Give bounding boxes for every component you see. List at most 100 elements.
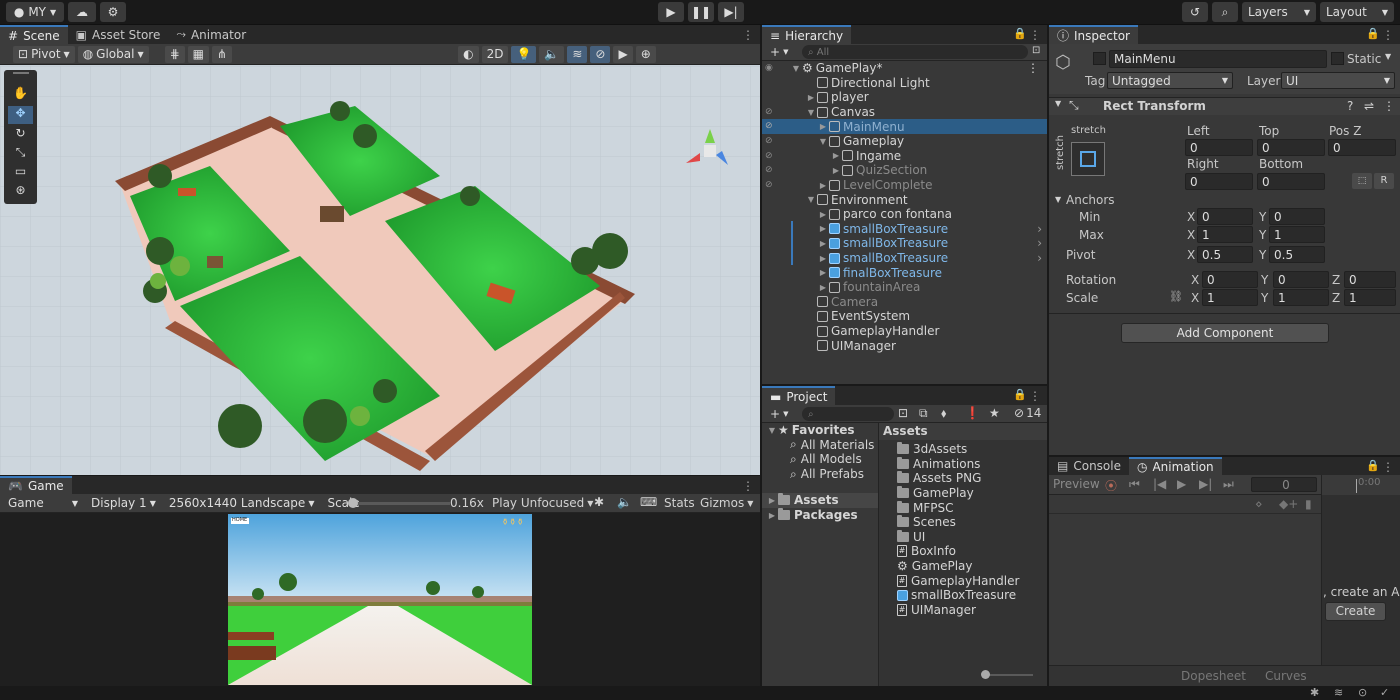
hierarchy-item-mainmenu[interactable]: ▶ MainMenu [762,119,1047,134]
pivot-dropdown[interactable]: ⊡ Pivot ▼ [13,45,75,63]
icon-size-slider-handle[interactable] [981,670,990,679]
chevron-right-icon[interactable]: › [1037,222,1042,236]
bug-icon[interactable]: ✱ [1310,686,1319,699]
hierarchy-item-camera[interactable]: Camera [762,295,1047,310]
tab-scene[interactable]: # Scene [0,25,68,44]
filter-icon[interactable]: ⧉ [919,406,928,421]
timeline-ruler[interactable]: 0:00 [1322,475,1400,495]
scale-slider[interactable] [350,502,450,505]
expand-arrow-icon[interactable]: ▶ [805,93,817,102]
anchor-presets-button[interactable] [1071,142,1105,176]
chevron-right-icon[interactable]: › [1037,236,1042,250]
tab-console[interactable]: ▤ Console [1049,457,1129,475]
eye-slash-icon[interactable]: ⊘ [765,149,777,164]
lock-icon[interactable]: 🔒 [1366,459,1380,472]
hierarchy-item-directional-light[interactable]: Directional Light [762,76,1047,91]
last-keyframe-icon[interactable]: ⏭ [1223,477,1234,492]
playhead[interactable] [1356,479,1357,493]
add-component-button[interactable]: Add Component [1121,323,1329,343]
speaker-icon[interactable]: 🔈 [617,495,632,509]
icon-size-slider[interactable] [983,674,1033,676]
more-icon[interactable]: ⋮ [1382,460,1394,474]
expand-arrow-icon[interactable]: ▶ [830,166,842,175]
packages-item[interactable]: ▶ Packages [766,508,858,523]
keyboard-icon[interactable]: ⌨ [640,495,657,509]
record-icon[interactable]: ⦿ [1105,477,1117,494]
layers-dropdown[interactable]: Layers ▼ [1242,2,1316,22]
hierarchy-item-smallbox-2[interactable]: ▶ smallBoxTreasure › [762,236,1047,251]
scene-filter-icon[interactable]: ⊡ [1032,45,1040,56]
hierarchy-item-finalbox[interactable]: ▶ finalBoxTreasure [762,265,1047,280]
lock-icon[interactable]: 🔒 [1013,388,1027,401]
asset-item[interactable]: Assets PNG [897,471,981,486]
search-button[interactable]: ⌕ [1212,2,1238,22]
gizmos-dropdown[interactable]: ⊕ [635,45,656,63]
next-keyframe-icon[interactable]: ▶| [1199,477,1212,491]
asset-item[interactable]: UI [897,529,925,545]
posz-input[interactable]: 0 [1328,139,1396,156]
effects-dropdown[interactable]: ≋ [567,45,588,63]
frame-input[interactable]: 0 [1251,477,1317,492]
game-viewport[interactable]: HOME ⚱⚱⚱ [228,514,532,685]
hierarchy-item-gameplay[interactable]: ▼ Gameplay [762,134,1047,149]
expand-arrow-icon[interactable]: ▶ [830,151,842,160]
asset-item[interactable]: Animations [897,456,980,472]
gizmos-dropdown[interactable]: Gizmos ▼ [700,496,753,510]
hierarchy-item-gameplayhandler[interactable]: GameplayHandler [762,324,1047,339]
lock-icon[interactable]: 🔒 [1013,27,1027,40]
active-checkbox[interactable] [1093,52,1106,65]
expand-arrow-icon[interactable]: ▶ [766,496,778,505]
shading-dropdown[interactable]: ◐ [458,45,479,63]
top-input[interactable]: 0 [1257,139,1325,156]
asset-item[interactable]: Scenes [897,515,956,530]
account-button[interactable]: ● MY ▼ [6,2,64,22]
create-clip-button[interactable]: Create [1325,602,1386,621]
collab-button[interactable]: ⚙ [100,2,126,22]
add-event-icon[interactable]: ▮ [1305,497,1312,511]
anchor-min-x-input[interactable]: 0 [1197,208,1253,225]
expand-arrow-icon[interactable]: ▼ [817,137,829,146]
scale-z-input[interactable]: 1 [1344,289,1396,306]
asset-item[interactable]: ⚙ GamePlay [897,559,973,574]
hidden-objects-toggle[interactable]: ⊘ [590,45,611,63]
rotation-y-input[interactable]: 0 [1273,271,1329,288]
expand-arrow-icon[interactable]: ▶ [817,224,829,233]
hierarchy-item-parco[interactable]: ▶ parco con fontana [762,207,1047,222]
lighting-toggle[interactable]: 💡 [511,45,537,63]
hierarchy-item-player[interactable]: ▶ player [762,90,1047,105]
dopesheet-tab[interactable]: Dopesheet [1181,669,1246,683]
raw-edit-button[interactable]: R [1374,173,1394,189]
play-button[interactable]: ▶ [658,2,684,22]
palette-grip[interactable] [13,72,29,74]
pivot-y-input[interactable]: 0.5 [1269,246,1325,263]
layout-dropdown[interactable]: Layout ▼ [1320,2,1394,22]
link-icon[interactable]: ⛓ [1169,290,1183,303]
audio-toggle[interactable]: 🔈 [539,45,565,63]
warning-icon[interactable]: ❗ [965,406,980,420]
favorites-all-models[interactable]: ⌕ All Models [790,452,862,467]
label-icon[interactable]: ⬧ [941,406,946,421]
rotation-z-input[interactable]: 0 [1344,271,1396,288]
more-icon[interactable]: ⋮ [1029,389,1041,403]
hierarchy-item-levelcomplete[interactable]: ▶ LevelComplete [762,178,1047,193]
tab-asset-store[interactable]: ▣ Asset Store [67,25,169,44]
star-icon[interactable]: ★ [989,406,1000,420]
project-search-input[interactable]: ⌕ [802,407,894,421]
lock-icon[interactable]: 🔒 [1366,27,1380,40]
left-input[interactable]: 0 [1185,139,1253,156]
play-mode-dropdown[interactable]: Play Unfocused ▼ [492,496,593,510]
anchor-max-x-input[interactable]: 1 [1197,226,1253,243]
eye-slash-icon[interactable]: ⊘ [765,163,777,178]
favorites-all-materials[interactable]: ⌕ All Materials [790,437,874,453]
increment-snap-button[interactable]: ⋔ [212,45,233,63]
anchor-max-y-input[interactable]: 1 [1269,226,1325,243]
cloud-button[interactable]: ☁ [68,2,96,22]
global-dropdown[interactable]: ◍ Global ▼ [77,45,149,63]
expand-arrow-icon[interactable]: ▶ [817,283,829,292]
more-icon[interactable]: ⋮ [1027,61,1039,75]
progress-icon[interactable]: ⊙ [1358,686,1367,699]
asset-item[interactable]: # GameplayHandler [897,573,1019,588]
bug-icon[interactable]: ✱ [594,495,604,509]
tab-inspector[interactable]: ⓘ Inspector [1049,25,1138,44]
expand-arrow-icon[interactable]: ▶ [817,239,829,248]
